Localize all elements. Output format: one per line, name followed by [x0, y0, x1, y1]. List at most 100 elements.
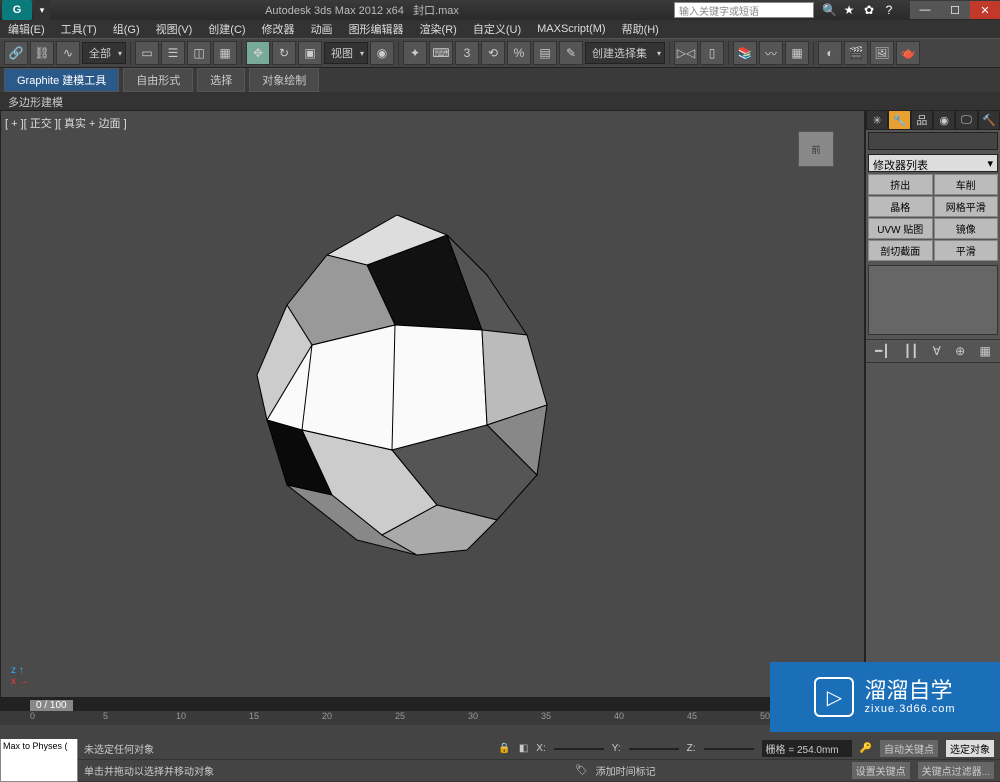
scale-icon[interactable]: ▣ — [298, 41, 322, 65]
ribbon-tab-freeform[interactable]: 自由形式 — [123, 68, 193, 92]
btn-uvwmap[interactable]: UVW 贴图 — [868, 218, 933, 239]
menu-create[interactable]: 创建(C) — [200, 21, 253, 37]
schematic-icon[interactable]: ▦ — [785, 41, 809, 65]
isolate-icon[interactable]: ◧ — [519, 743, 528, 754]
maximize-button[interactable]: ☐ — [940, 1, 970, 19]
menu-modifiers[interactable]: 修改器 — [254, 21, 303, 37]
manipulate-icon[interactable]: ✦ — [403, 41, 427, 65]
help-search-input[interactable]: 输入关键字或短语 — [674, 2, 814, 18]
search-icon[interactable]: 🔍 — [822, 3, 836, 17]
main-toolbar: 🔗 ⛓ ∿ 全部 ▭ ☰ ◫ ▦ ✥ ↻ ▣ 视图 ◉ ✦ ⌨ 3 ⟲ % ▤ … — [0, 38, 1000, 68]
add-timetag-button[interactable]: 添加时间标记 — [596, 763, 656, 778]
tab-modify-icon[interactable]: 🔧 — [888, 110, 910, 130]
ribbon-tab-modeling[interactable]: Graphite 建模工具 — [4, 68, 119, 92]
mirror-icon[interactable]: ▷◁ — [674, 41, 698, 65]
menu-edit[interactable]: 编辑(E) — [0, 21, 53, 37]
tab-create-icon[interactable]: ✳ — [866, 110, 888, 130]
keymode-icon[interactable]: ⌨ — [429, 41, 453, 65]
menu-tools[interactable]: 工具(T) — [53, 21, 105, 37]
btn-slice[interactable]: 剖切截面 — [868, 240, 933, 261]
percent-snap-icon[interactable]: % — [507, 41, 531, 65]
viewport[interactable]: [ + ][ 正交 ][ 真实 + 边面 ] 前 z ↑x → — [0, 110, 865, 698]
remove-mod-icon[interactable]: ⊕ — [955, 344, 965, 358]
close-button[interactable]: ✕ — [970, 1, 1000, 19]
modifier-list-dropdown[interactable]: 修改器列表▾ — [868, 154, 998, 172]
render-setup-icon[interactable]: 🎬 — [844, 41, 868, 65]
btn-mirror[interactable]: 镜像 — [934, 218, 999, 239]
keyfilter-button[interactable]: 关键点过滤器... — [918, 762, 994, 779]
modifier-stack[interactable] — [868, 265, 998, 335]
lock-icon[interactable]: 🔒 — [498, 743, 510, 754]
globe-icon[interactable]: ✿ — [862, 3, 876, 17]
time-slider-thumb[interactable]: 0 / 100 — [30, 700, 73, 711]
align-icon[interactable]: ▯ — [700, 41, 724, 65]
minimize-button[interactable]: — — [910, 1, 940, 19]
menu-customize[interactable]: 自定义(U) — [465, 21, 529, 37]
ribbon-tab-selection[interactable]: 选择 — [197, 68, 245, 92]
tab-display-icon[interactable]: 🖵 — [955, 110, 977, 130]
pivot-icon[interactable]: ◉ — [370, 41, 394, 65]
tab-utilities-icon[interactable]: 🔨 — [978, 110, 1000, 130]
btn-extrude[interactable]: 挤出 — [868, 174, 933, 195]
snap-icon[interactable]: 3 — [455, 41, 479, 65]
refcoord-dropdown[interactable]: 视图 — [324, 42, 368, 64]
edit-named-sel-icon[interactable]: ✎ — [559, 41, 583, 65]
menu-grapheditors[interactable]: 图形编辑器 — [341, 21, 412, 37]
app-menu-dropdown[interactable]: ▾ — [34, 0, 50, 20]
selkey-readout[interactable]: 选定对象 — [946, 740, 994, 757]
viewcube[interactable]: 前 — [798, 131, 834, 167]
timetag-icon[interactable]: 🏷 — [575, 765, 588, 776]
btn-lathe[interactable]: 车削 — [934, 174, 999, 195]
spinner-snap-icon[interactable]: ▤ — [533, 41, 557, 65]
watermark-play-icon: ▷ — [814, 677, 854, 717]
select-region-icon[interactable]: ◫ — [187, 41, 211, 65]
y-coord-input[interactable] — [629, 748, 679, 750]
render-frame-icon[interactable]: 🖼 — [870, 41, 894, 65]
tab-motion-icon[interactable]: ◉ — [933, 110, 955, 130]
key-icon[interactable]: 🔑 — [860, 743, 872, 754]
z-coord-input[interactable] — [704, 748, 754, 750]
show-end-icon[interactable]: ┃┃ — [904, 344, 918, 358]
select-name-icon[interactable]: ☰ — [161, 41, 185, 65]
autokey-button[interactable]: 自动关键点 — [880, 740, 938, 757]
named-selection-dropdown[interactable]: 创建选择集 — [585, 42, 665, 64]
x-coord-input[interactable] — [554, 748, 604, 750]
menu-group[interactable]: 组(G) — [105, 21, 148, 37]
app-logo[interactable]: G — [2, 0, 32, 20]
infocenter-icons[interactable]: 🔍 ★ ✿ ? — [822, 3, 896, 17]
unlink-icon[interactable]: ⛓ — [30, 41, 54, 65]
pin-stack-icon[interactable]: ━┃ — [875, 344, 889, 358]
ribbon-tab-objectpaint[interactable]: 对象绘制 — [249, 68, 319, 92]
rotate-icon[interactable]: ↻ — [272, 41, 296, 65]
help-icon[interactable]: ? — [882, 3, 896, 17]
btn-smooth[interactable]: 平滑 — [934, 240, 999, 261]
render-icon[interactable]: 🫖 — [896, 41, 920, 65]
curve-editor-icon[interactable]: 〰 — [759, 41, 783, 65]
menu-animation[interactable]: 动画 — [303, 21, 341, 37]
btn-lattice[interactable]: 晶格 — [868, 196, 933, 217]
menu-maxscript[interactable]: MAXScript(M) — [529, 23, 613, 35]
bind-icon[interactable]: ∿ — [56, 41, 80, 65]
axis-gizmo: z ↑x → — [11, 665, 29, 687]
make-unique-icon[interactable]: ∀ — [933, 344, 941, 358]
angle-snap-icon[interactable]: ⟲ — [481, 41, 505, 65]
maxscript-listener[interactable]: Max to Physes ( — [0, 738, 78, 782]
move-icon[interactable]: ✥ — [246, 41, 270, 65]
window-crossing-icon[interactable]: ▦ — [213, 41, 237, 65]
selection-filter-dropdown[interactable]: 全部 — [82, 42, 126, 64]
menu-views[interactable]: 视图(V) — [148, 21, 201, 37]
menu-rendering[interactable]: 渲染(R) — [412, 21, 465, 37]
tab-hierarchy-icon[interactable]: 品 — [911, 110, 933, 130]
window-title: Autodesk 3ds Max 2012 x64 封口.max — [50, 2, 674, 18]
configure-sets-icon[interactable]: ▦ — [979, 344, 990, 358]
select-icon[interactable]: ▭ — [135, 41, 159, 65]
setkey-button[interactable]: 设置关键点 — [852, 762, 910, 779]
link-icon[interactable]: 🔗 — [4, 41, 28, 65]
star-icon[interactable]: ★ — [842, 3, 856, 17]
menu-help[interactable]: 帮助(H) — [614, 21, 667, 37]
material-editor-icon[interactable]: ◐ — [818, 41, 842, 65]
object-name-field[interactable] — [868, 132, 998, 150]
layers-icon[interactable]: 📚 — [733, 41, 757, 65]
btn-meshsmooth[interactable]: 网格平滑 — [934, 196, 999, 217]
viewport-label[interactable]: [ + ][ 正交 ][ 真实 + 边面 ] — [5, 115, 127, 131]
